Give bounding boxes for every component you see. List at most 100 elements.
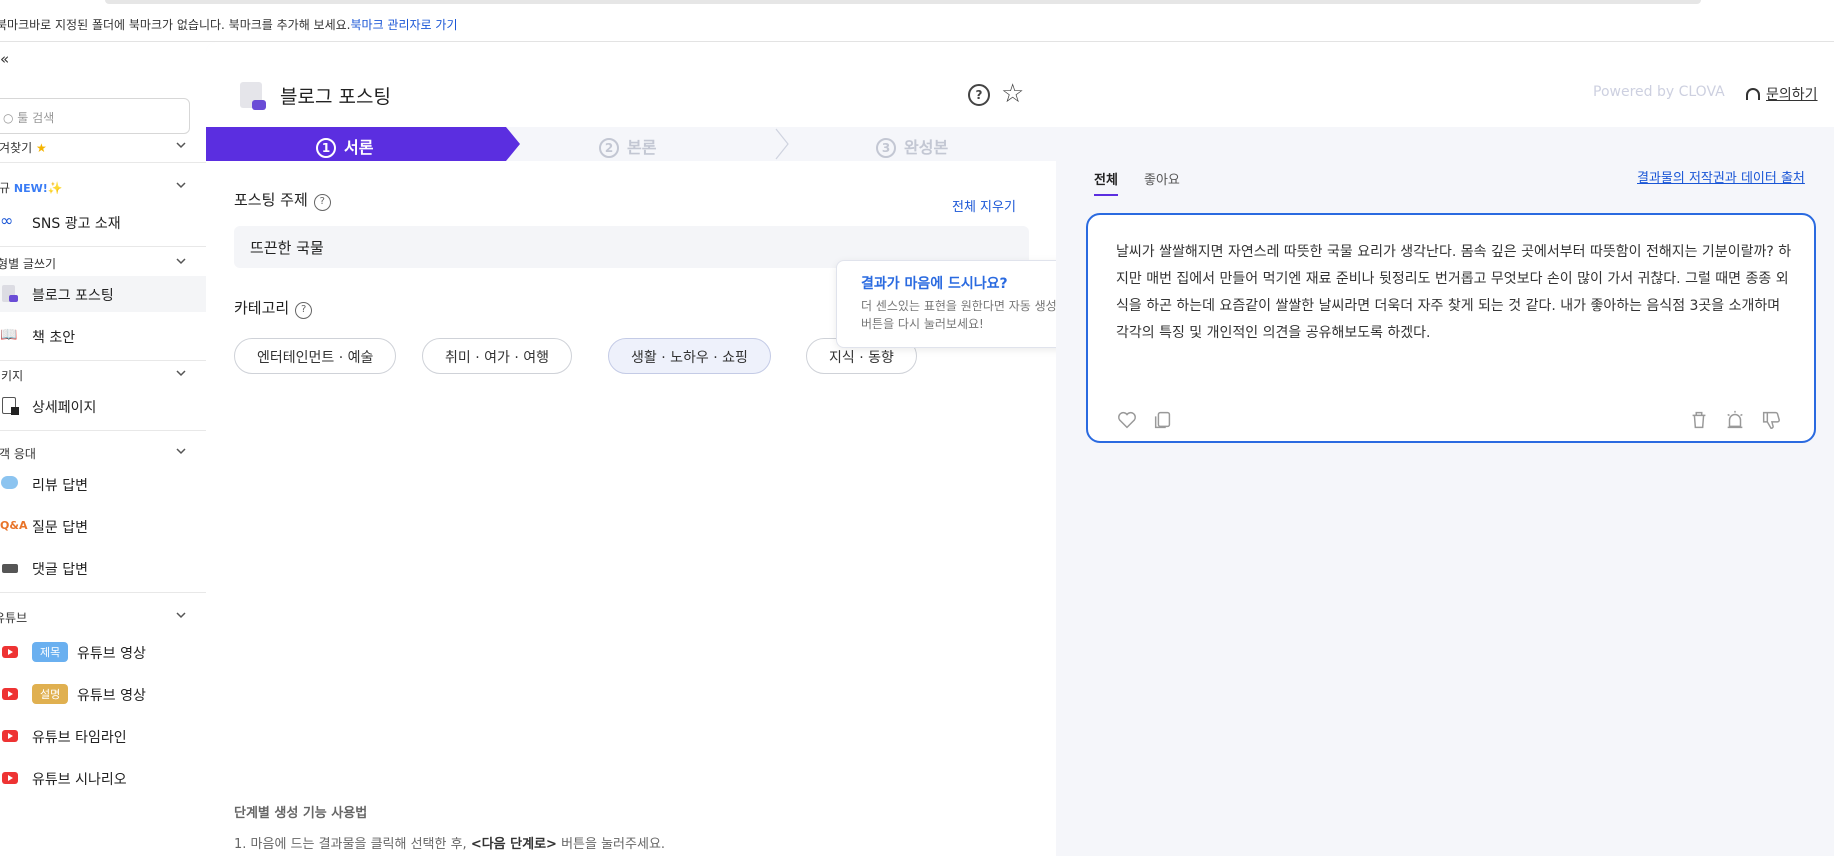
bookmark-manager-link[interactable]: 북마크 관리자로 가기 xyxy=(351,18,458,32)
sidebar-item-comment[interactable]: 댓글 답변 xyxy=(0,550,206,586)
sidebar-divider xyxy=(0,592,206,593)
section-favorites[interactable]: 즐겨찾기 ★ xyxy=(0,134,190,160)
sidebar-divider xyxy=(0,246,206,247)
result-card[interactable]: 날씨가 쌀쌀해지면 자연스레 따뜻한 국물 요리가 생각난다. 몸속 깊은 곳에… xyxy=(1086,213,1816,443)
page-header: 블로그 포스팅 ? ☆ Powered by CLOVA 문의하기 xyxy=(206,42,1834,127)
star-icon: ★ xyxy=(36,141,47,155)
section-customer-label: 고객 응대 xyxy=(0,447,36,461)
sidebar-item-review-label: 리뷰 답변 xyxy=(32,478,88,494)
section-new-label: 신규 NEW!✨ xyxy=(0,181,63,195)
topic-label: 포스팅 주제? xyxy=(234,189,331,211)
help-icon[interactable]: ? xyxy=(968,84,990,106)
feedback-tooltip: 결과가 마음에 드시나요? 더 센스있는 표현을 원한다면 자동 생성 버튼을 … xyxy=(836,260,1066,348)
howto-step-1: 1. 마음에 드는 결과물을 클릭해 선택한 후, <다음 단계로> 버튼을 눌… xyxy=(234,837,666,852)
youtube-icon xyxy=(2,772,18,784)
new-badge: NEW! xyxy=(13,182,48,195)
qna-icon: Q&A xyxy=(0,519,28,532)
sidebar-item-sns[interactable]: ∞ SNS 광고 소재 xyxy=(0,204,206,240)
speech-bubble-icon xyxy=(0,475,22,493)
chevron-down-icon xyxy=(176,612,186,619)
result-text: 날씨가 쌀쌀해지면 자연스레 따뜻한 국물 요리가 생각난다. 몸속 깊은 곳에… xyxy=(1116,244,1792,341)
tool-search-input[interactable]: ○ 툴 검색 xyxy=(0,98,190,134)
meta-icon: ∞ xyxy=(0,211,14,230)
thumbs-down-icon[interactable] xyxy=(1760,409,1782,431)
section-by-type[interactable]: 유형별 글쓰기 xyxy=(0,250,190,276)
chevron-down-icon xyxy=(176,258,186,265)
step-1[interactable]: 1 서론 xyxy=(316,134,373,158)
section-customer[interactable]: 고객 응대 xyxy=(0,440,190,466)
heart-icon[interactable] xyxy=(1116,409,1138,431)
sidebar-item-yt-title[interactable]: 제목 유튜브 영상 xyxy=(0,634,206,670)
section-by-type-label: 유형별 글쓰기 xyxy=(0,257,57,271)
description-chip: 설명 xyxy=(32,684,69,704)
report-siren-icon[interactable] xyxy=(1724,409,1746,431)
sidebar-divider xyxy=(0,162,206,163)
sidebar-item-book-label: 책 초안 xyxy=(32,330,76,346)
main-area: 블로그 포스팅 ? ☆ Powered by CLOVA 문의하기 1 서론 2본… xyxy=(206,42,1834,856)
category-chip-hobby[interactable]: 취미 · 여가 · 여행 xyxy=(422,338,572,374)
sidebar-divider xyxy=(0,360,206,361)
sidebar-item-sns-label: SNS 광고 소재 xyxy=(32,216,121,232)
trash-icon[interactable] xyxy=(1688,409,1710,431)
tab-all[interactable]: 전체 xyxy=(1094,169,1118,196)
sidebar-item-detail-label: 상세페이지 xyxy=(32,400,97,416)
category-chip-entertainment[interactable]: 엔터테인먼트 · 예술 xyxy=(234,338,397,374)
book-icon: 📖 xyxy=(0,327,18,343)
section-youtube-label: 유튜브 xyxy=(0,611,28,625)
sidebar-item-book[interactable]: 📖 책 초안 xyxy=(0,318,206,354)
section-package-label: 패키지 xyxy=(0,369,24,383)
copy-icon[interactable] xyxy=(1152,409,1174,431)
howto-title: 단계별 생성 기능 사용법 xyxy=(234,806,368,821)
tool-search-placeholder: 툴 검색 xyxy=(17,111,55,125)
bookmark-bar-message: 북마크바로 지정된 폴더에 북마크가 없습니다. 북마크를 추가해 보세요.북마… xyxy=(0,16,458,33)
collapse-sidebar-icon[interactable]: « xyxy=(0,50,9,68)
clear-all-button[interactable]: 전체 지우기 xyxy=(952,196,1016,215)
title-chip: 제목 xyxy=(32,642,69,662)
category-help-icon[interactable]: ? xyxy=(295,302,313,319)
sidebar-item-blog[interactable]: 블로그 포스팅 xyxy=(0,276,206,312)
sidebar-item-review[interactable]: 리뷰 답변 xyxy=(0,466,206,502)
section-favorites-label: 즐겨찾기 ★ xyxy=(0,141,47,155)
tooltip-body: 더 센스있는 표현을 원한다면 자동 생성 버튼을 다시 눌러보세요! xyxy=(861,299,1057,331)
bookmark-bar: 북마크바로 지정된 폴더에 북마크가 없습니다. 북마크를 추가해 보세요.북마… xyxy=(0,0,1834,42)
blog-doc-icon xyxy=(0,285,22,303)
youtube-icon xyxy=(2,646,18,658)
sidebar-item-yt-timeline-label: 유튜브 타임라인 xyxy=(32,730,127,746)
category-label: 카테고리? xyxy=(234,297,313,319)
sidebar-item-detail[interactable]: 상세페이지 xyxy=(0,388,206,424)
inquiry-link[interactable]: 문의하기 xyxy=(1746,84,1818,104)
section-new[interactable]: 신규 NEW!✨ xyxy=(0,174,190,200)
headset-icon xyxy=(1746,88,1760,100)
sidebar-item-yt-title-label: 유튜브 영상 xyxy=(77,646,146,662)
step-2[interactable]: 2 본론 xyxy=(599,134,656,158)
inquiry-label: 문의하기 xyxy=(1766,87,1818,103)
powered-by-label: Powered by CLOVA xyxy=(1593,84,1725,100)
star-outline-icon[interactable]: ☆ xyxy=(1001,79,1024,109)
category-chip-life[interactable]: 생활 · 노하우 · 쇼핑 xyxy=(608,338,771,374)
copyright-source-link[interactable]: 결과물의 저작권과 데이터 출처 xyxy=(1637,167,1805,186)
step-separator-icon xyxy=(775,128,789,160)
step-2-number: 2 xyxy=(599,138,619,158)
sidebar-item-comment-label: 댓글 답변 xyxy=(32,562,88,578)
step-indicator: 1 서론 2 본론 3 완성본 xyxy=(206,127,1056,161)
result-panel: 전체 좋아요 결과물의 저작권과 데이터 출처 날씨가 쌀쌀해지면 자연스레 따… xyxy=(1056,161,1834,856)
tooltip-title: 결과가 마음에 드시나요? xyxy=(861,276,1008,292)
detail-page-icon xyxy=(0,397,22,415)
step-2-label: 본론 xyxy=(627,138,657,157)
tab-liked[interactable]: 좋아요 xyxy=(1144,169,1180,188)
step-3[interactable]: 3 완성본 xyxy=(876,134,948,158)
sidebar-item-yt-timeline[interactable]: 유튜브 타임라인 xyxy=(0,718,206,754)
youtube-icon xyxy=(2,730,18,742)
sidebar-item-yt-desc[interactable]: 설명 유튜브 영상 xyxy=(0,676,206,712)
section-package[interactable]: 패키지 xyxy=(0,362,190,388)
blog-doc-icon xyxy=(240,82,266,110)
section-youtube[interactable]: 유튜브 xyxy=(0,604,190,630)
sidebar-item-yt-scenario[interactable]: 유튜브 시나리오 xyxy=(0,760,206,796)
step-3-number: 3 xyxy=(876,138,896,158)
topic-help-icon[interactable]: ? xyxy=(313,194,331,211)
sidebar-item-yt-scenario-label: 유튜브 시나리오 xyxy=(32,772,127,788)
page-title: 블로그 포스팅 xyxy=(280,86,391,108)
step-1-number: 1 xyxy=(316,138,336,158)
sidebar-item-qna[interactable]: Q&A 질문 답변 xyxy=(0,508,206,544)
keyboard-icon xyxy=(0,559,22,577)
